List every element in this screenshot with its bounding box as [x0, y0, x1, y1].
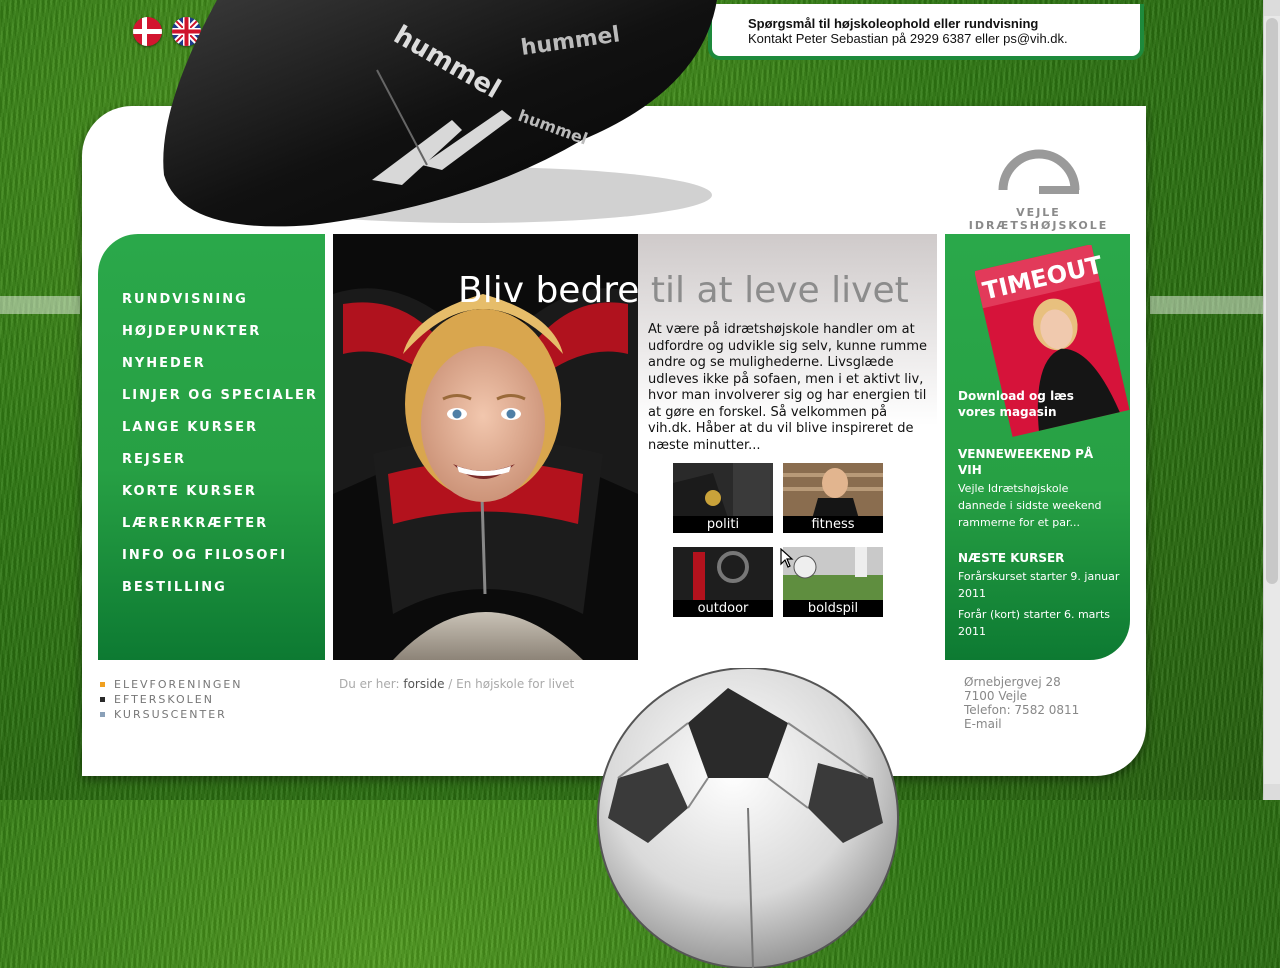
contact-title: Spørgsmål til højskoleophold eller rundv…: [748, 16, 1039, 31]
nav-item: KORTE KURSER: [122, 480, 325, 512]
subsite-link-efterskolen[interactable]: EFTERSKOLEN: [100, 692, 243, 707]
nav-link-rundvisning[interactable]: RUNDVISNING: [122, 292, 248, 307]
headline-part1: Bliv bedre: [458, 270, 640, 311]
thumb-boldspil[interactable]: boldspil: [783, 547, 883, 617]
page-headline: Bliv bedre til at leve livet: [458, 270, 909, 311]
nav-link-korte-kurser[interactable]: KORTE KURSER: [122, 484, 257, 499]
contact-line: Kontakt Peter Sebastian på 2929 6387 ell…: [748, 31, 1068, 46]
subsite-link-elevforeningen[interactable]: ELEVFORENINGEN: [100, 677, 243, 692]
address-street: Ørnebjergvej 28: [964, 675, 1061, 689]
nav-item: RUNDVISNING: [122, 288, 325, 320]
breadcrumb-prefix: Du er her:: [339, 677, 404, 691]
news-title-naeste-kurser[interactable]: NÆSTE KURSER: [958, 550, 1108, 566]
bullet-icon: [100, 712, 105, 717]
shoe-illustration: hummel hummel hummel: [163, 0, 717, 227]
scroll-thumb[interactable]: [1266, 18, 1278, 584]
nav-item: LINJER OG SPECIALER: [122, 384, 325, 416]
scroll-up-arrow-icon[interactable]: [1264, 0, 1280, 16]
news-text-forar-kort: Forår (kort) starter 6. marts 2011: [958, 608, 1110, 638]
news-text-forarskurset: Forårskurset starter 9. januar 2011: [958, 570, 1120, 600]
magazine-download-link[interactable]: Download og læs vores magasin: [958, 388, 1088, 420]
mouse-cursor-icon: [780, 548, 794, 568]
breadcrumb: Du er her: forside / En højskole for liv…: [339, 677, 574, 691]
football-illustration: [597, 668, 899, 968]
scroll-down-arrow-icon[interactable]: [1264, 784, 1280, 800]
nav-link-linjer[interactable]: LINJER OG SPECIALER: [122, 388, 318, 403]
nav-item: REJSER: [122, 448, 325, 480]
news-text-venneweekend: Vejle Idrætshøjskole dannede i sidste we…: [958, 482, 1102, 529]
nav-link-laererkraefter[interactable]: LÆRERKRÆFTER: [122, 516, 268, 531]
thumb-outdoor[interactable]: outdoor: [673, 547, 773, 617]
address-phone: Telefon: 7582 0811: [964, 703, 1080, 717]
vertical-scrollbar[interactable]: [1263, 0, 1280, 800]
subsite-label: KURSUSCENTER: [114, 708, 227, 721]
address-email-link[interactable]: E-mail: [964, 717, 1079, 731]
bullet-icon: [100, 682, 105, 687]
thumb-label: politi: [673, 516, 773, 533]
nav-item: BESTILLING: [122, 576, 325, 608]
nav-link-hojdepunkter[interactable]: HØJDEPUNKTER: [122, 324, 261, 339]
logo-text: VEJLE IDRÆTSHØJSKOLE: [968, 206, 1109, 232]
nav-item: NYHEDER: [122, 352, 325, 384]
bullet-icon: [100, 697, 105, 702]
breadcrumb-separator: /: [444, 677, 457, 691]
field-line-right: [1150, 296, 1280, 314]
subsite-label: EFTERSKOLEN: [114, 693, 214, 706]
subsite-label: ELEVFORENINGEN: [114, 678, 243, 691]
nav-link-rejser[interactable]: REJSER: [122, 452, 186, 467]
address-city: 7100 Vejle: [964, 689, 1028, 703]
nav-item: INFO OG FILOSOFI: [122, 544, 325, 576]
nav-item: HØJDEPUNKTER: [122, 320, 325, 352]
breadcrumb-current: En højskole for livet: [456, 677, 575, 691]
nav-item: LANGE KURSER: [122, 416, 325, 448]
school-logo[interactable]: VEJLE IDRÆTSHØJSKOLE: [946, 130, 1131, 232]
intro-text: At være på idrætshøjskole handler om at …: [648, 322, 927, 453]
thumb-label: fitness: [783, 516, 883, 533]
subsite-link-kursuscenter[interactable]: KURSUSCENTER: [100, 707, 243, 722]
logo-mark-icon: [998, 149, 1079, 194]
headline-part2: til at leve livet: [639, 270, 909, 311]
nav-link-lange-kurser[interactable]: LANGE KURSER: [122, 420, 258, 435]
thumb-fitness[interactable]: fitness: [783, 463, 883, 533]
thumb-politi[interactable]: politi: [673, 463, 773, 533]
contact-box: Spørgsmål til højskoleophold eller rundv…: [708, 4, 1144, 60]
address-block: Ørnebjergvej 28 7100 Vejle Telefon: 7582…: [964, 675, 1079, 731]
field-line-left: [0, 296, 80, 314]
thumb-label: boldspil: [783, 600, 883, 617]
breadcrumb-home-link[interactable]: forside: [403, 677, 444, 691]
main-navigation: RUNDVISNING HØJDEPUNKTER NYHEDER LINJER …: [98, 234, 325, 660]
nav-link-bestilling[interactable]: BESTILLING: [122, 580, 227, 595]
nav-link-info[interactable]: INFO OG FILOSOFI: [122, 548, 287, 563]
danish-flag-icon[interactable]: [133, 17, 162, 46]
thumb-label: outdoor: [673, 600, 773, 617]
nav-link-nyheder[interactable]: NYHEDER: [122, 356, 206, 371]
nav-item: LÆRERKRÆFTER: [122, 512, 325, 544]
subsite-links: ELEVFORENINGEN EFTERSKOLEN KURSUSCENTER: [100, 677, 243, 722]
news-title-venneweekend[interactable]: VENNEWEEKEND PÅ VIH: [958, 446, 1108, 478]
